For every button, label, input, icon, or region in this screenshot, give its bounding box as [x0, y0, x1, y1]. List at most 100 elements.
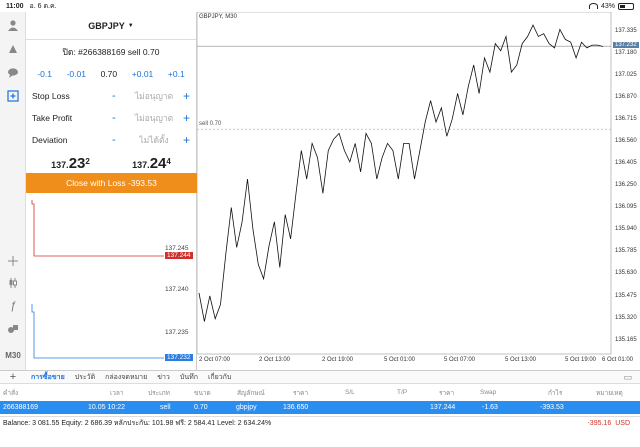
stop-loss-minus-button[interactable]: - — [112, 90, 128, 102]
y-tick-label: 135.940 — [615, 226, 637, 233]
y-tick-label: 137.025 — [615, 71, 637, 78]
deviation-plus-button[interactable]: + — [183, 133, 190, 147]
tick-chart-svg — [31, 200, 164, 359]
cell-type: sell — [160, 404, 171, 411]
tab-history[interactable]: ประวัติ — [70, 372, 100, 383]
y-tick-label: 135.475 — [615, 292, 637, 299]
volume-minus-0.1-button[interactable]: -0.1 — [37, 69, 52, 79]
crosshair-icon[interactable] — [4, 252, 22, 270]
col-swap: Swap — [480, 389, 497, 396]
tab-trade[interactable]: การซื้อขาย — [26, 372, 70, 383]
volume-value[interactable]: 0.70 — [101, 69, 118, 79]
y-tick-label: 136.250 — [615, 182, 637, 189]
y-tick-label: 135.165 — [615, 336, 637, 343]
tab-news[interactable]: ข่าว — [152, 372, 175, 383]
battery-icon — [618, 2, 634, 10]
symbol-selector[interactable]: GBPJPY ▼ — [26, 12, 196, 40]
indicators-icon[interactable]: ƒ — [4, 297, 22, 315]
y-tick-label: 136.095 — [615, 204, 637, 211]
tick-label: 137.240 — [165, 286, 189, 293]
stop-loss-field: Stop Loss - ไม่อนุญาต + — [26, 85, 196, 107]
col-time: เวลา — [110, 389, 124, 397]
price-series-line — [198, 24, 604, 322]
timeframe-label[interactable]: M30 — [4, 346, 22, 364]
new-order-icon[interactable] — [4, 87, 22, 105]
col-order: คำสั่ง — [3, 389, 19, 397]
tab-about[interactable]: เกี่ยวกับ — [203, 372, 236, 383]
order-panel: GBPJPY ▼ ปิด: #266388169 sell 0.70 -0.1 … — [26, 12, 197, 370]
col-comment: หมายเหตุ — [596, 389, 623, 397]
deviation-field: Deviation - ไม่ได้ตั้ง + — [26, 129, 196, 151]
price-chart[interactable]: GBPJPY, M30 sell 0.70 137.335 137.180 137.… — [197, 12, 640, 370]
tick-chart: 137.245 137.244 137.240 137.235 137.232 — [26, 200, 197, 361]
total-profit: -395.16 — [587, 420, 612, 427]
col-price: ราคา — [293, 389, 309, 397]
cell-symbol: gbpjpy — [236, 404, 257, 411]
close-with-loss-button[interactable]: Close with Loss -393.53 — [26, 173, 197, 193]
wifi-icon — [588, 3, 598, 9]
take-profit-field: Take Profit - ไม่อนุญาต + — [26, 107, 196, 129]
add-icon[interactable]: + — [0, 371, 26, 383]
volume-plus-0.1-button[interactable]: +0.1 — [168, 69, 185, 79]
terminal-tabs: + การซื้อขาย ประวัติ กล่องจดหมาย ข่าว บั… — [0, 370, 640, 384]
x-tick-label: 2 Oct 19:00 — [322, 357, 354, 363]
candlestick-icon[interactable] — [4, 274, 22, 292]
ask-tick-tag: 137.232 — [165, 354, 193, 361]
volume-plus-0.01-button[interactable]: +0.01 — [132, 69, 154, 79]
deviation-minus-button[interactable]: - — [112, 134, 128, 146]
y-tick-label: 136.715 — [615, 115, 637, 122]
panel-grip-icon[interactable]: ▭ — [623, 372, 632, 383]
x-tick-label: 5 Oct 19:00 — [565, 357, 597, 363]
y-tick-label: 135.320 — [615, 314, 637, 321]
col-size: ขนาด — [194, 389, 211, 397]
col-symbol: สัญลักษณ์ — [237, 389, 265, 397]
col-tp: T/P — [397, 389, 408, 396]
col-type: ประเภท — [148, 389, 170, 397]
volume-minus-0.01-button[interactable]: -0.01 — [67, 69, 86, 79]
x-tick-label: 2 Oct 07:00 — [199, 357, 231, 363]
x-tick-label: 2 Oct 13:00 — [259, 357, 291, 363]
chat-icon[interactable] — [4, 64, 22, 82]
volume-stepper: -0.1 -0.01 0.70 +0.01 +0.1 — [26, 69, 196, 79]
cell-time: 10.05 10:22 — [88, 404, 125, 411]
y-tick-label: 136.405 — [615, 160, 637, 167]
cell-price: 136.650 — [283, 404, 309, 411]
col-current-price: ราคา — [439, 389, 455, 397]
cell-order: 266388169 — [3, 404, 39, 411]
cell-size: 0.70 — [194, 404, 208, 411]
y-tick-label: 135.785 — [615, 248, 637, 255]
trade-icon[interactable] — [4, 40, 22, 58]
take-profit-minus-button[interactable]: - — [112, 112, 128, 124]
bid-tick-line — [31, 200, 164, 257]
ask-price: 137.244 — [132, 155, 171, 172]
x-tick-label: 5 Oct 07:00 — [444, 357, 476, 363]
status-time: 11:00 — [6, 2, 24, 10]
sell-level-label: sell 0.70 — [199, 121, 222, 127]
tick-label: 137.245 — [165, 245, 189, 252]
left-toolbar: ƒ M30 — [0, 12, 26, 370]
x-tick-label: 5 Oct 13:00 — [505, 357, 537, 363]
balance-bar: Balance: 3 081.55 Equity: 2 686.39 หลักป… — [0, 416, 640, 430]
deviation-input[interactable]: ไม่ได้ตั้ง — [128, 133, 180, 147]
tab-mailbox[interactable]: กล่องจดหมาย — [100, 372, 152, 383]
deviation-label: Deviation — [32, 135, 68, 145]
objects-icon[interactable] — [4, 320, 22, 338]
take-profit-plus-button[interactable]: + — [183, 111, 190, 125]
cell-profit: -393.53 — [540, 404, 564, 411]
x-tick-label: 5 Oct 01:00 — [384, 357, 416, 363]
stop-loss-input[interactable]: ไม่อนุญาต — [128, 89, 180, 103]
account-icon[interactable] — [4, 16, 22, 34]
table-row[interactable]: 266388169 10.05 10:22 sell 0.70 gbpjpy 1… — [0, 401, 640, 414]
tab-journal[interactable]: บันทึก — [175, 372, 203, 383]
balance-summary: Balance: 3 081.55 Equity: 2 686.39 หลักป… — [3, 420, 272, 427]
current-price-tag: 137.232 — [613, 42, 639, 49]
ask-tick-line — [31, 304, 164, 359]
take-profit-input[interactable]: ไม่อนุญาต — [128, 111, 180, 125]
chart-title: GBPJPY, M30 — [199, 14, 237, 20]
y-tick-label: 137.180 — [615, 49, 637, 56]
chart-svg — [197, 12, 612, 355]
take-profit-label: Take Profit — [32, 113, 73, 123]
col-profit: กำไร — [548, 389, 563, 397]
stop-loss-plus-button[interactable]: + — [183, 89, 190, 103]
bid-price: 137.232 — [51, 155, 90, 172]
